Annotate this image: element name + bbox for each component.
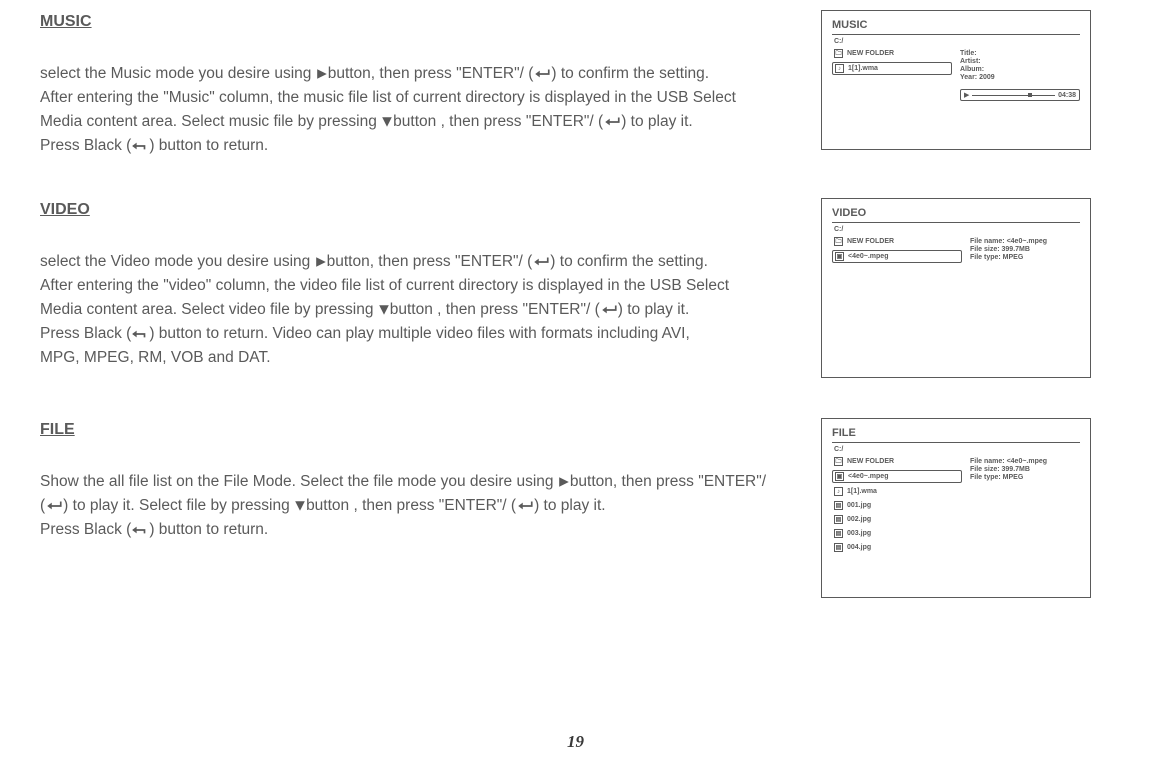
list-item: ▤001.jpg — [832, 500, 962, 511]
file-list-music: 🗀NEW FOLDER ♪1[1].wma — [832, 48, 952, 101]
file-list-video: 🗀NEW FOLDER ▣<4e0~.mpeg — [832, 236, 962, 263]
triangle-down-icon — [381, 116, 393, 128]
triangle-down-icon — [294, 500, 306, 512]
panel-path: C:/ — [832, 38, 1080, 45]
panel-title: FILE — [832, 427, 1080, 443]
para-video: select the Video mode you desire using b… — [40, 250, 820, 370]
panel-video: VIDEO C:/ 🗀NEW FOLDER ▣<4e0~.mpeg File n… — [821, 198, 1091, 378]
image-icon: ▤ — [834, 501, 843, 510]
section-video: VIDEO select the Video mode you desire u… — [40, 198, 1111, 378]
triangle-right-icon — [316, 68, 328, 80]
panel-path: C:/ — [832, 446, 1080, 453]
video-icon: ▣ — [835, 472, 844, 481]
enter-icon — [45, 500, 63, 512]
folder-icon: 🗀 — [834, 49, 843, 58]
enter-icon — [532, 256, 550, 268]
triangle-right-icon — [558, 476, 570, 488]
panel-path: C:/ — [832, 226, 1080, 233]
back-icon — [131, 524, 149, 536]
progress-bar: ▶ 04:38 — [960, 89, 1080, 101]
list-item: ▣<4e0~.mpeg — [832, 250, 962, 263]
info-block: File name: <4e0~.mpeg File size: 399.7MB… — [970, 456, 1047, 553]
list-item: 🗀NEW FOLDER — [832, 456, 962, 467]
triangle-down-icon — [378, 304, 390, 316]
list-item: ▤004.jpg — [832, 542, 962, 553]
video-icon: ▣ — [835, 252, 844, 261]
list-item: ▤003.jpg — [832, 528, 962, 539]
panel-title: MUSIC — [832, 19, 1080, 35]
image-icon: ▤ — [834, 529, 843, 538]
folder-icon: 🗀 — [834, 237, 843, 246]
section-music: MUSIC select the Music mode you desire u… — [40, 10, 1111, 158]
list-item: ▣<4e0~.mpeg — [832, 470, 962, 483]
heading-file: FILE — [40, 418, 820, 442]
panel-title: VIDEO — [832, 207, 1080, 223]
info-block: Title: Artist: Album: Year: 2009 ▶ 04:38 — [960, 48, 1080, 101]
triangle-right-icon — [315, 256, 327, 268]
text-music: MUSIC select the Music mode you desire u… — [40, 10, 820, 158]
text-file: FILE Show the all file list on the File … — [40, 418, 820, 598]
list-item: ▤002.jpg — [832, 514, 962, 525]
image-icon: ▤ — [834, 543, 843, 552]
music-icon: ♪ — [834, 487, 843, 496]
back-icon — [131, 140, 149, 152]
back-icon — [131, 328, 149, 340]
list-item: 🗀NEW FOLDER — [832, 236, 962, 247]
list-item: ♪1[1].wma — [832, 486, 962, 497]
panel-file: FILE C:/ 🗀NEW FOLDER ▣<4e0~.mpeg ♪1[1].w… — [821, 418, 1091, 598]
folder-icon: 🗀 — [834, 457, 843, 466]
para-music: select the Music mode you desire using b… — [40, 62, 820, 158]
heading-music: MUSIC — [40, 10, 820, 34]
music-icon: ♪ — [835, 64, 844, 73]
enter-icon — [600, 304, 618, 316]
list-item: ♪1[1].wma — [832, 62, 952, 75]
panel-music: MUSIC C:/ 🗀NEW FOLDER ♪1[1].wma Title: A… — [821, 10, 1091, 150]
heading-video: VIDEO — [40, 198, 820, 222]
file-list-file: 🗀NEW FOLDER ▣<4e0~.mpeg ♪1[1].wma ▤001.j… — [832, 456, 962, 553]
para-file: Show the all file list on the File Mode.… — [40, 470, 820, 542]
page-number: 19 — [0, 732, 1151, 752]
image-icon: ▤ — [834, 515, 843, 524]
play-icon: ▶ — [964, 91, 969, 99]
enter-icon — [603, 116, 621, 128]
list-item: 🗀NEW FOLDER — [832, 48, 952, 59]
info-block: File name: <4e0~.mpeg File size: 399.7MB… — [970, 236, 1047, 263]
enter-icon — [516, 500, 534, 512]
text-video: VIDEO select the Video mode you desire u… — [40, 198, 820, 378]
section-file: FILE Show the all file list on the File … — [40, 418, 1111, 598]
enter-icon — [533, 68, 551, 80]
